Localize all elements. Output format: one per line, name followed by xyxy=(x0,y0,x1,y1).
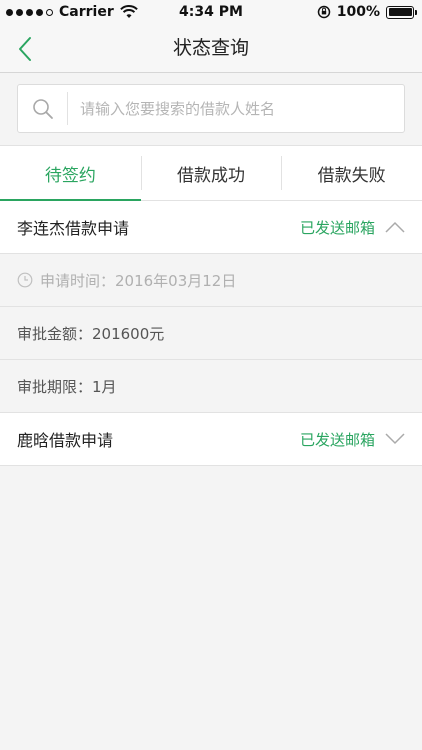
application-list: 李连杰借款申请 已发送邮箱 申请时间：2016年03月12日 审批金额：2016… xyxy=(0,201,422,466)
apply-time: 申请时间：2016年03月12日 xyxy=(40,271,237,290)
approved-amount-row: 审批金额：201600元 xyxy=(0,307,422,360)
status-badge: 已发送邮箱 xyxy=(299,430,375,449)
approved-term-row: 审批期限：1月 xyxy=(0,360,422,413)
status-badge: 已发送邮箱 xyxy=(299,218,375,237)
status-bar: Carrier 4:34 PM 100% xyxy=(0,0,422,24)
status-tabs: 待签约 借款成功 借款失败 xyxy=(0,145,422,201)
list-item[interactable]: 鹿晗借款申请 已发送邮箱 xyxy=(0,413,422,466)
search-icon-wrapper xyxy=(18,92,68,125)
rotation-lock-icon xyxy=(317,5,330,19)
search-input[interactable] xyxy=(80,99,404,118)
chevron-down-icon[interactable] xyxy=(385,433,405,445)
search-box[interactable] xyxy=(17,84,405,133)
chevron-up-icon[interactable] xyxy=(385,221,405,233)
tab-loan-success[interactable]: 借款成功 xyxy=(140,146,282,200)
list-item[interactable]: 李连杰借款申请 已发送邮箱 xyxy=(0,201,422,254)
approved-term: 审批期限：1月 xyxy=(17,377,117,396)
tab-loan-failed[interactable]: 借款失败 xyxy=(281,146,422,200)
apply-time-row: 申请时间：2016年03月12日 xyxy=(0,254,422,307)
tab-pending-signing[interactable]: 待签约 xyxy=(0,146,141,201)
navigation-bar: 状态查询 xyxy=(0,24,422,73)
battery-percent: 100% xyxy=(336,4,380,20)
approved-amount: 审批金额：201600元 xyxy=(17,324,165,343)
page-title: 状态查询 xyxy=(172,37,249,59)
search-area xyxy=(0,73,422,145)
clock-icon xyxy=(17,272,33,288)
application-title: 鹿晗借款申请 xyxy=(17,431,114,450)
application-title: 李连杰借款申请 xyxy=(17,219,130,238)
search-icon xyxy=(32,98,53,119)
battery-icon xyxy=(386,5,417,19)
